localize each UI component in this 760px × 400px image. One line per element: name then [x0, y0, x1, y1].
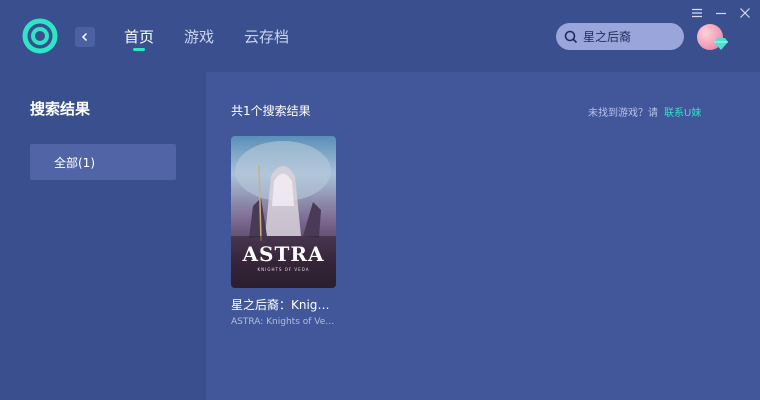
hint-text: 未找到游戏？请 [588, 108, 658, 119]
vip-gem-icon [714, 38, 728, 50]
game-card[interactable]: ASTRA KNIGHTS OF VEDA 星之后裔：Knights of Ve… [231, 136, 336, 327]
back-arrow-icon [81, 32, 88, 42]
game-subtitle: ASTRA: Knights of Veda [231, 317, 336, 327]
top-bar: 首页 游戏 云存档 星之后裔 [0, 0, 760, 72]
menu-icon [692, 8, 702, 18]
main-nav: 首页 游戏 云存档 [124, 28, 289, 51]
active-tab-indicator [133, 48, 145, 51]
contact-link[interactable]: 联系U妹 [664, 108, 701, 119]
back-button[interactable] [75, 27, 95, 47]
game-title[interactable]: 星之后裔：Knights of Veda [231, 296, 336, 313]
tab-home-label: 首页 [124, 28, 155, 46]
tab-games-label: 游戏 [184, 28, 215, 46]
game-cover-image[interactable]: ASTRA KNIGHTS OF VEDA [231, 136, 336, 288]
cover-title: ASTRA [242, 242, 325, 266]
tab-home[interactable]: 首页 [124, 28, 155, 51]
not-found-hint: 未找到游戏？请 联系U妹 [588, 104, 701, 119]
search-query[interactable]: 星之后裔 [583, 28, 631, 45]
tab-cloud-saves-label: 云存档 [244, 28, 290, 46]
app-logo-icon[interactable] [22, 18, 58, 54]
sidebar: 搜索结果 全部(1) [0, 72, 206, 400]
close-button[interactable] [738, 6, 752, 20]
sidebar-title: 搜索结果 [30, 100, 91, 118]
result-count: 共1个搜索结果 [231, 104, 311, 118]
tab-games[interactable]: 游戏 [184, 28, 214, 50]
cover-subtitle: KNIGHTS OF VEDA [257, 267, 310, 272]
tab-cloud-saves[interactable]: 云存档 [244, 28, 289, 50]
search-input[interactable]: 星之后裔 [556, 23, 684, 50]
search-icon[interactable] [564, 30, 578, 44]
sidebar-item-all[interactable]: 全部(1) [30, 144, 176, 180]
minimize-icon [716, 12, 726, 15]
search-results-panel: 共1个搜索结果 未找到游戏？请 联系U妹 ASTRA KNIGHTS OF VED… [206, 72, 760, 400]
close-icon [740, 8, 750, 18]
minimize-button[interactable] [714, 6, 728, 20]
sidebar-item-label: 全部(1) [54, 155, 95, 170]
window-controls [690, 6, 752, 20]
menu-button[interactable] [690, 6, 704, 20]
